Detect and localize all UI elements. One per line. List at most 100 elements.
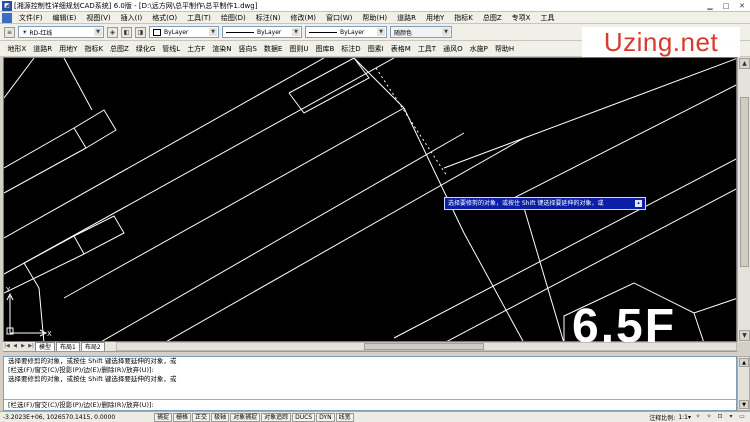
lock-icon[interactable]: ⊡ [716, 413, 724, 421]
toolbar-landuse[interactable]: 用地Y [56, 44, 81, 54]
toolbar-vertical[interactable]: 竖向S [235, 44, 260, 54]
toolbar-tools[interactable]: 工具T [414, 44, 439, 54]
status-menu-icon[interactable]: ▾ [727, 413, 735, 421]
annotation-scale-label: 注释比例: [649, 414, 676, 422]
otrack-toggle[interactable]: 对象追踪 [261, 412, 292, 422]
maximize-button[interactable]: □ [718, 0, 734, 12]
menu-edit[interactable]: 编辑(E) [48, 13, 82, 23]
toolbar-render[interactable]: 渲染N [209, 44, 235, 54]
toolbar-annotation[interactable]: 标注D [338, 44, 364, 54]
last-tab-icon[interactable]: ▶| [27, 342, 35, 351]
toolbar-site-plan[interactable]: 总图Z [107, 44, 133, 54]
horizontal-scrollbar[interactable] [115, 342, 737, 351]
cad-line [4, 58, 325, 239]
menu-index[interactable]: 指标K [449, 13, 478, 23]
command-history-line: 选择要修剪的对象，或按住 Shift 键选择要延伸的对象，或 [8, 357, 177, 365]
scroll-thumb[interactable] [740, 97, 749, 267]
document-icon[interactable] [2, 12, 12, 23]
menu-help[interactable]: 帮助(H) [357, 13, 392, 23]
layer-state-icon[interactable]: ◨ [135, 26, 146, 38]
tab-layout2[interactable]: 布局2 [80, 342, 105, 351]
plotstyle-value: 随颜色 [394, 29, 413, 37]
toolbar-drawing-rules[interactable]: 图则U [286, 44, 312, 54]
minimize-button[interactable]: ▁ [702, 0, 718, 12]
lineweight-value: ByLayer [340, 28, 365, 36]
close-button[interactable]: ✕ [734, 0, 750, 12]
toolbar-pipeline[interactable]: 管线L [159, 44, 184, 54]
cad-line [23, 58, 395, 264]
toolbar-library[interactable]: 图库B [312, 44, 338, 54]
menu-site-plan[interactable]: 总图Z [478, 13, 507, 23]
scroll-up-icon[interactable]: ▲ [739, 358, 749, 367]
cad-line [63, 107, 405, 299]
chevron-down-icon: ▼ [377, 28, 385, 36]
menu-landuse[interactable]: 用地Y [421, 13, 449, 23]
scroll-down-icon[interactable]: ▼ [739, 400, 749, 409]
cad-line [4, 127, 75, 169]
command-history-line: [栏选(F)/窗交(C)/投影(P)/边(E)/删除(R)/放弃(U)]: [8, 366, 154, 374]
scroll-up-icon[interactable]: ▲ [739, 58, 750, 69]
cad-line [4, 253, 85, 294]
osnap-toggle[interactable]: 对象捕捉 [230, 412, 261, 422]
menu-tools2[interactable]: 工具 [535, 13, 559, 23]
menu-insert[interactable]: 插入(I) [116, 13, 148, 23]
menu-draw[interactable]: 绘图(D) [216, 13, 251, 23]
first-tab-icon[interactable]: |◀ [3, 342, 11, 351]
menu-road[interactable]: 道路R [392, 13, 421, 23]
clean-screen-icon[interactable]: ▭ [738, 413, 746, 421]
menu-dimension[interactable]: 标注(N) [251, 13, 286, 23]
toolbar-table[interactable]: 表格M [387, 44, 414, 54]
toolbar-index[interactable]: 指标K [81, 44, 107, 54]
layer-manager-icon[interactable]: ≡ [4, 26, 15, 38]
toolbar-terrain[interactable]: 地形X [4, 44, 30, 54]
layer-dropdown[interactable]: ☀ RD-红线 ▼ [18, 26, 104, 38]
lineweight-toggle[interactable]: 线宽 [335, 412, 354, 422]
ducs-toggle[interactable]: DUCS [292, 412, 316, 422]
snap-toggle[interactable]: 捕捉 [154, 412, 173, 422]
window-title: [湘源控制性详细规划CAD系统] 6.0版 - [D:\远方网\总平制作\总平制… [14, 1, 258, 10]
scroll-down-icon[interactable]: ▼ [739, 330, 750, 341]
lightbulb-icon: ☀ [22, 28, 28, 36]
dyn-toggle[interactable]: DYN [316, 412, 335, 422]
menu-file[interactable]: 文件(F) [14, 13, 48, 23]
layer-previous-icon[interactable]: ◧ [121, 26, 132, 38]
polar-toggle[interactable]: 极轴 [211, 412, 230, 422]
grid-toggle[interactable]: 栅格 [173, 412, 192, 422]
cad-line [23, 262, 40, 289]
toolbar-water[interactable]: 水施P [466, 44, 491, 54]
menu-view[interactable]: 视图(V) [81, 13, 115, 23]
menu-modify[interactable]: 修改(M) [285, 13, 321, 23]
plotstyle-dropdown[interactable]: 随颜色 ▼ [390, 26, 452, 38]
auto-scale-icon[interactable]: ✧ [705, 413, 713, 421]
toolbar-earthwork[interactable]: 土方F [184, 44, 209, 54]
linetype-dropdown[interactable]: ByLayer ▼ [222, 26, 302, 38]
toolbar-road[interactable]: 道路R [30, 44, 56, 54]
hscroll-thumb[interactable] [364, 343, 485, 350]
tab-model[interactable]: 模型 [35, 342, 56, 351]
cad-line [403, 107, 465, 234]
vertical-scrollbar[interactable]: ▲ ▼ [737, 57, 750, 342]
linetype-value: ByLayer [257, 28, 282, 36]
toolbar-greening[interactable]: 绿化G [132, 44, 158, 54]
tab-layout1[interactable]: 布局1 [56, 342, 80, 351]
command-input[interactable]: [栏选(F)/窗交(C)/投影(P)/边(E)/删除(R)/放弃(U)]: [4, 399, 736, 410]
make-current-layer-icon[interactable]: ◈ [107, 26, 118, 38]
next-tab-icon[interactable]: ▶ [19, 342, 27, 351]
toolbar-elements[interactable]: 图素I [364, 44, 387, 54]
command-scrollbar[interactable]: ▲ ▼ [737, 356, 750, 411]
annotation-visibility-icon[interactable]: ✧ [694, 413, 702, 421]
toolbar-help[interactable]: 帮助H [491, 44, 517, 54]
menu-window[interactable]: 窗口(W) [321, 13, 357, 23]
expand-options-icon[interactable]: ▴ [635, 200, 642, 207]
annotation-scale-dropdown[interactable]: 1:1▾ [678, 414, 691, 421]
menu-format[interactable]: 格式(O) [147, 13, 182, 23]
ortho-toggle[interactable]: 正交 [192, 412, 211, 422]
color-dropdown[interactable]: ByLayer ▼ [149, 26, 219, 38]
toolbar-data[interactable]: 数据E [260, 44, 285, 54]
lineweight-dropdown[interactable]: ByLayer ▼ [305, 26, 387, 38]
menu-tools[interactable]: 工具(T) [182, 13, 216, 23]
prev-tab-icon[interactable]: ◀ [11, 342, 19, 351]
menu-special[interactable]: 专项X [507, 13, 536, 23]
cad-app-icon[interactable]: ◩ [2, 0, 12, 11]
toolbar-ventilation[interactable]: 通风O [440, 44, 467, 54]
